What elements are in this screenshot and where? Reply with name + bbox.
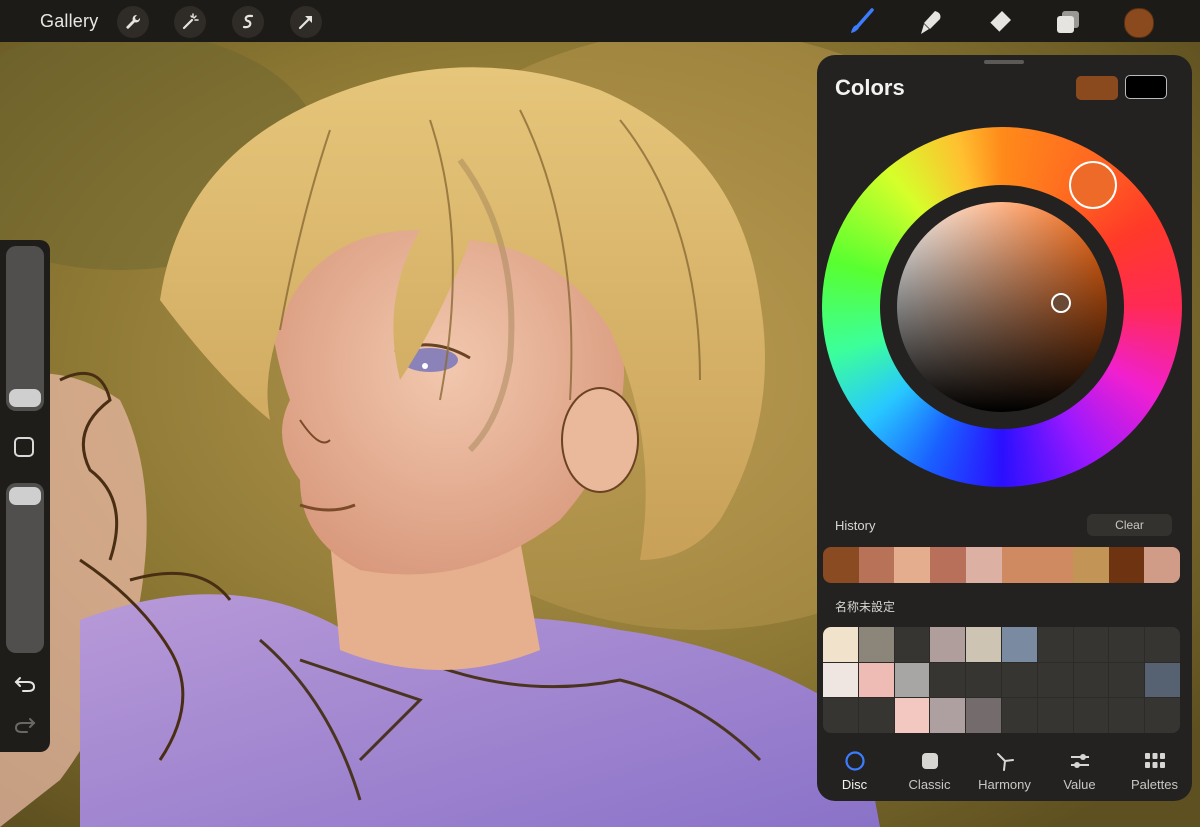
tab-classic[interactable]: Classic [892,745,967,801]
palette-color-cell[interactable] [1073,662,1109,698]
palette-color-cell[interactable] [1109,698,1145,733]
palette-color-cell[interactable] [1109,662,1145,698]
palette-color-cell[interactable] [823,662,858,698]
secondary-color-swatch[interactable] [1125,75,1167,99]
palette-color-cell[interactable] [894,698,930,733]
palette-color-cell[interactable] [1145,662,1180,698]
palette-color-cell[interactable] [930,698,966,733]
palette-color-cell[interactable] [1073,698,1109,733]
history-label: History [835,518,876,533]
palette-color-cell[interactable] [1037,698,1073,733]
palette-grid [823,627,1180,733]
tab-palettes[interactable]: Palettes [1117,745,1192,801]
palette-color-cell[interactable] [966,662,1001,698]
history-color-swatch[interactable] [1108,547,1145,583]
palette-color-cell[interactable] [1073,627,1109,662]
eraser-icon[interactable] [982,4,1018,40]
tab-label: Palettes [1131,777,1178,792]
tab-label: Classic [908,777,951,792]
top-toolbar: Gallery [0,0,1200,42]
saturation-brightness-knob[interactable] [1051,293,1071,313]
selection-s-icon[interactable] [232,6,264,38]
palette-color-cell[interactable] [1001,662,1037,698]
gallery-button[interactable]: Gallery [40,11,98,32]
primary-color-swatch[interactable] [1076,76,1118,100]
palette-color-cell[interactable] [1109,627,1145,662]
smudge-icon[interactable] [912,4,948,40]
current-color-button[interactable] [1124,8,1154,38]
palettes-grid-icon [1144,751,1166,771]
history-color-swatch[interactable] [965,547,1002,583]
tab-disc[interactable]: Disc [817,745,892,801]
palette-color-cell[interactable] [966,627,1001,662]
history-color-swatch[interactable] [894,547,931,583]
colors-panel: Colors History Clear 名称未設定 Disc Classic … [817,55,1192,801]
color-mode-tabs: Disc Classic Harmony Value Palettes [817,745,1192,801]
opacity-thumb[interactable] [9,487,41,505]
tab-label: Harmony [978,777,1031,792]
history-color-swatch[interactable] [1001,547,1038,583]
palette-color-cell[interactable] [1001,627,1037,662]
palette-color-cell[interactable] [1037,662,1073,698]
magic-wand-icon[interactable] [174,6,206,38]
harmony-icon [994,751,1016,771]
palette-color-cell[interactable] [894,662,930,698]
palette-color-cell[interactable] [823,627,858,662]
disc-icon [844,751,866,771]
history-color-swatch[interactable] [1144,547,1180,583]
palette-color-cell[interactable] [930,627,966,662]
palette-color-cell[interactable] [930,662,966,698]
palette-color-cell[interactable] [1037,627,1073,662]
brush-size-thumb[interactable] [9,389,41,407]
palette-color-cell[interactable] [966,698,1001,733]
palette-name: 名称未設定 [835,600,896,614]
left-sidebar [0,240,50,752]
wrench-icon[interactable] [117,6,149,38]
palette-color-cell[interactable] [1145,627,1180,662]
brush-icon[interactable] [843,4,879,40]
history-color-swatch[interactable] [1037,547,1073,583]
history-color-swatch[interactable] [823,547,859,583]
history-color-swatch[interactable] [858,547,895,583]
tab-label: Value [1063,777,1096,792]
history-strip [823,547,1180,583]
tab-value[interactable]: Value [1042,745,1117,801]
palette-color-cell[interactable] [823,698,858,733]
hue-knob[interactable] [1069,161,1117,209]
classic-square-icon [920,751,940,771]
palette-color-cell[interactable] [858,662,894,698]
panel-drag-handle[interactable] [984,60,1024,64]
layers-icon[interactable] [1050,4,1086,40]
opacity-slider[interactable] [6,483,44,653]
redo-icon[interactable] [13,715,37,740]
undo-icon[interactable] [13,674,37,699]
tab-harmony[interactable]: Harmony [967,745,1042,801]
history-color-swatch[interactable] [930,547,966,583]
tab-label: Disc [841,777,868,792]
panel-title: Colors [835,75,905,100]
palette-color-cell[interactable] [858,627,894,662]
palette-color-cell[interactable] [1145,698,1180,733]
value-sliders-icon [1069,751,1091,771]
palette-color-cell[interactable] [858,698,894,733]
clear-history-button[interactable]: Clear [1087,514,1172,536]
transform-arrow-icon[interactable] [290,6,322,38]
palette-color-cell[interactable] [1001,698,1037,733]
palette-color-cell[interactable] [894,627,930,662]
saturation-brightness-disc[interactable] [897,202,1107,412]
modifier-square-button[interactable] [14,437,34,457]
history-color-swatch[interactable] [1072,547,1109,583]
brush-size-slider[interactable] [6,246,44,411]
